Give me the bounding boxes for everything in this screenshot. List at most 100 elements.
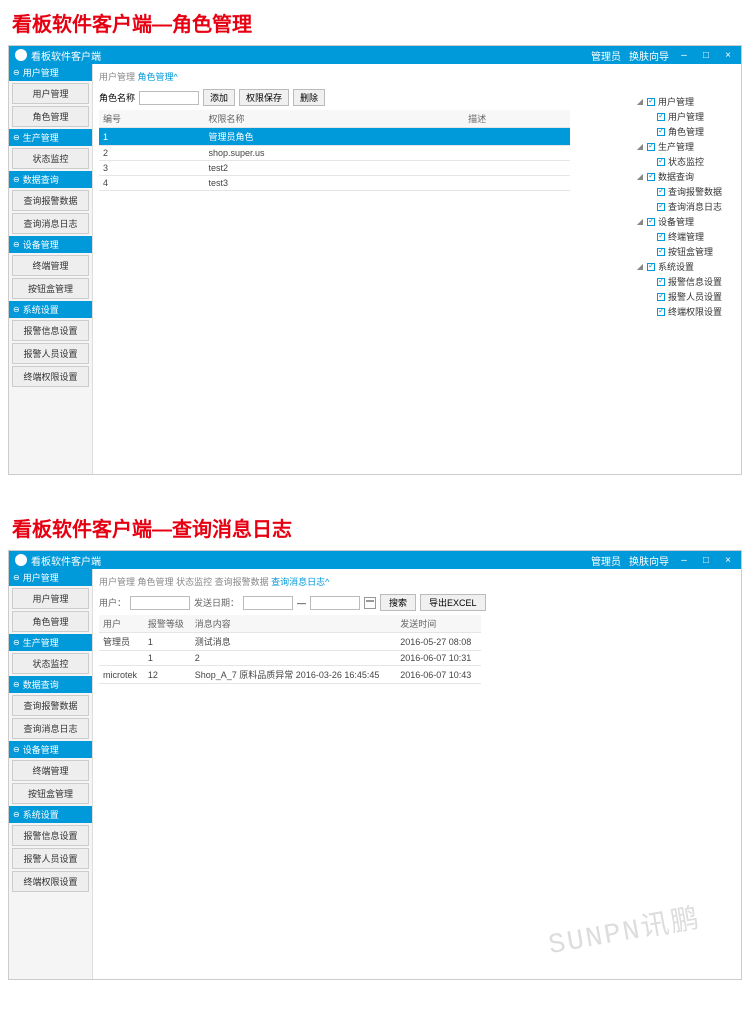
- sidebar-group-header[interactable]: ⊖系统设置: [9, 301, 92, 318]
- sidebar-item[interactable]: 报警人员设置: [12, 343, 89, 364]
- checkbox-icon[interactable]: [647, 218, 655, 226]
- table-row[interactable]: microtek12Shop_A_7 原料品质异常 2016-03-26 16:…: [99, 666, 481, 684]
- sidebar-item[interactable]: 查询报警数据: [12, 695, 89, 716]
- sidebar-item[interactable]: 报警信息设置: [12, 320, 89, 341]
- minimize-button[interactable]: –: [677, 50, 691, 61]
- perm-node[interactable]: ◢生产管理: [633, 139, 733, 154]
- checkbox-icon[interactable]: [647, 173, 655, 181]
- table-row[interactable]: 2shop.super.us: [99, 146, 570, 161]
- sidebar-group-header[interactable]: ⊖设备管理: [9, 236, 92, 253]
- sidebar-item[interactable]: 报警人员设置: [12, 848, 89, 869]
- perm-node[interactable]: ◢系统设置: [633, 259, 733, 274]
- date-to-input[interactable]: [310, 596, 360, 610]
- perm-node[interactable]: ◢用户管理: [633, 94, 733, 109]
- sidebar-item[interactable]: 状态监控: [12, 653, 89, 674]
- table-row[interactable]: 3test2: [99, 161, 570, 176]
- save-perm-button[interactable]: 权限保存: [239, 89, 289, 106]
- checkbox-icon[interactable]: [647, 143, 655, 151]
- perm-node[interactable]: 按钮盒管理: [643, 244, 733, 259]
- titlebar-user[interactable]: 管理员: [591, 48, 621, 63]
- perm-node[interactable]: 查询报警数据: [643, 184, 733, 199]
- delete-button[interactable]: 删除: [293, 89, 325, 106]
- sidebar-group-header[interactable]: ⊖生产管理: [9, 129, 92, 146]
- expand-icon[interactable]: ◢: [636, 142, 644, 151]
- checkbox-icon[interactable]: [657, 188, 665, 196]
- expand-icon[interactable]: ◢: [636, 172, 644, 181]
- perm-node[interactable]: 状态监控: [643, 154, 733, 169]
- sidebar-item[interactable]: 查询消息日志: [12, 718, 89, 739]
- breadcrumb-item[interactable]: 用户管理: [99, 577, 135, 587]
- user-filter-input[interactable]: [130, 596, 190, 610]
- search-button[interactable]: 搜索: [380, 594, 416, 611]
- perm-node[interactable]: 用户管理: [643, 109, 733, 124]
- export-excel-button[interactable]: 导出EXCEL: [420, 594, 486, 611]
- sidebar-item[interactable]: 报警信息设置: [12, 825, 89, 846]
- checkbox-icon[interactable]: [657, 278, 665, 286]
- sidebar-item[interactable]: 终端管理: [12, 255, 89, 276]
- perm-node[interactable]: 终端权限设置: [643, 304, 733, 319]
- sidebar-group-header[interactable]: ⊖系统设置: [9, 806, 92, 823]
- sidebar-item[interactable]: 终端权限设置: [12, 366, 89, 387]
- breadcrumb-item[interactable]: 角色管理: [138, 577, 174, 587]
- expand-icon[interactable]: ◢: [636, 262, 644, 271]
- sidebar-group-header[interactable]: ⊖数据查询: [9, 676, 92, 693]
- titlebar-skin[interactable]: 换肤向导: [629, 553, 669, 568]
- breadcrumb-item-active[interactable]: 角色管理: [138, 72, 174, 82]
- date-from-input[interactable]: [243, 596, 293, 610]
- close-button[interactable]: ×: [721, 555, 735, 566]
- checkbox-icon[interactable]: [657, 293, 665, 301]
- close-button[interactable]: ×: [721, 50, 735, 61]
- sidebar-item[interactable]: 终端管理: [12, 760, 89, 781]
- sidebar-item[interactable]: 用户管理: [12, 588, 89, 609]
- checkbox-icon[interactable]: [657, 308, 665, 316]
- perm-node[interactable]: 角色管理: [643, 124, 733, 139]
- checkbox-icon[interactable]: [657, 113, 665, 121]
- sidebar-item[interactable]: 查询消息日志: [12, 213, 89, 234]
- sidebar-group-header[interactable]: ⊖用户管理: [9, 64, 92, 81]
- sidebar-item[interactable]: 终端权限设置: [12, 871, 89, 892]
- breadcrumb-item[interactable]: 查询消息日志: [271, 577, 325, 587]
- breadcrumb-item[interactable]: 查询报警数据: [215, 577, 269, 587]
- perm-node[interactable]: 终端管理: [643, 229, 733, 244]
- table-row[interactable]: 4test3: [99, 176, 570, 191]
- checkbox-icon[interactable]: [657, 158, 665, 166]
- sidebar-item[interactable]: 按钮盒管理: [12, 783, 89, 804]
- sidebar-group-header[interactable]: ⊖用户管理: [9, 569, 92, 586]
- expand-icon[interactable]: ◢: [636, 97, 644, 106]
- sidebar-group-header[interactable]: ⊖设备管理: [9, 741, 92, 758]
- checkbox-icon[interactable]: [657, 203, 665, 211]
- maximize-button[interactable]: □: [699, 555, 713, 566]
- perm-node[interactable]: 报警人员设置: [643, 289, 733, 304]
- checkbox-icon[interactable]: [657, 128, 665, 136]
- expand-icon[interactable]: ◢: [636, 217, 644, 226]
- checkbox-icon[interactable]: [647, 263, 655, 271]
- sidebar-item[interactable]: 查询报警数据: [12, 190, 89, 211]
- calendar-icon[interactable]: [364, 597, 376, 609]
- sidebar-group-header[interactable]: ⊖生产管理: [9, 634, 92, 651]
- titlebar-user[interactable]: 管理员: [591, 553, 621, 568]
- add-button[interactable]: 添加: [203, 89, 235, 106]
- breadcrumb-item[interactable]: 状态监控: [176, 577, 212, 587]
- perm-label: 状态监控: [668, 155, 704, 168]
- sidebar-item[interactable]: 按钮盒管理: [12, 278, 89, 299]
- sidebar-item[interactable]: 角色管理: [12, 611, 89, 632]
- checkbox-icon[interactable]: [647, 98, 655, 106]
- sidebar-item[interactable]: 状态监控: [12, 148, 89, 169]
- minimize-button[interactable]: –: [677, 555, 691, 566]
- checkbox-icon[interactable]: [657, 233, 665, 241]
- table-row[interactable]: 管理员1测试消息2016-05-27 08:08: [99, 633, 481, 651]
- perm-node[interactable]: 查询消息日志: [643, 199, 733, 214]
- sidebar-group-header[interactable]: ⊖数据查询: [9, 171, 92, 188]
- table-row[interactable]: 1管理员角色: [99, 128, 570, 146]
- breadcrumb-item[interactable]: 用户管理: [99, 72, 135, 82]
- sidebar-item[interactable]: 角色管理: [12, 106, 89, 127]
- perm-node[interactable]: ◢设备管理: [633, 214, 733, 229]
- sidebar-item[interactable]: 用户管理: [12, 83, 89, 104]
- maximize-button[interactable]: □: [699, 50, 713, 61]
- perm-node[interactable]: 报警信息设置: [643, 274, 733, 289]
- role-name-input[interactable]: [139, 91, 199, 105]
- checkbox-icon[interactable]: [657, 248, 665, 256]
- table-row[interactable]: 122016-06-07 10:31: [99, 651, 481, 666]
- perm-node[interactable]: ◢数据查询: [633, 169, 733, 184]
- titlebar-skin[interactable]: 换肤向导: [629, 48, 669, 63]
